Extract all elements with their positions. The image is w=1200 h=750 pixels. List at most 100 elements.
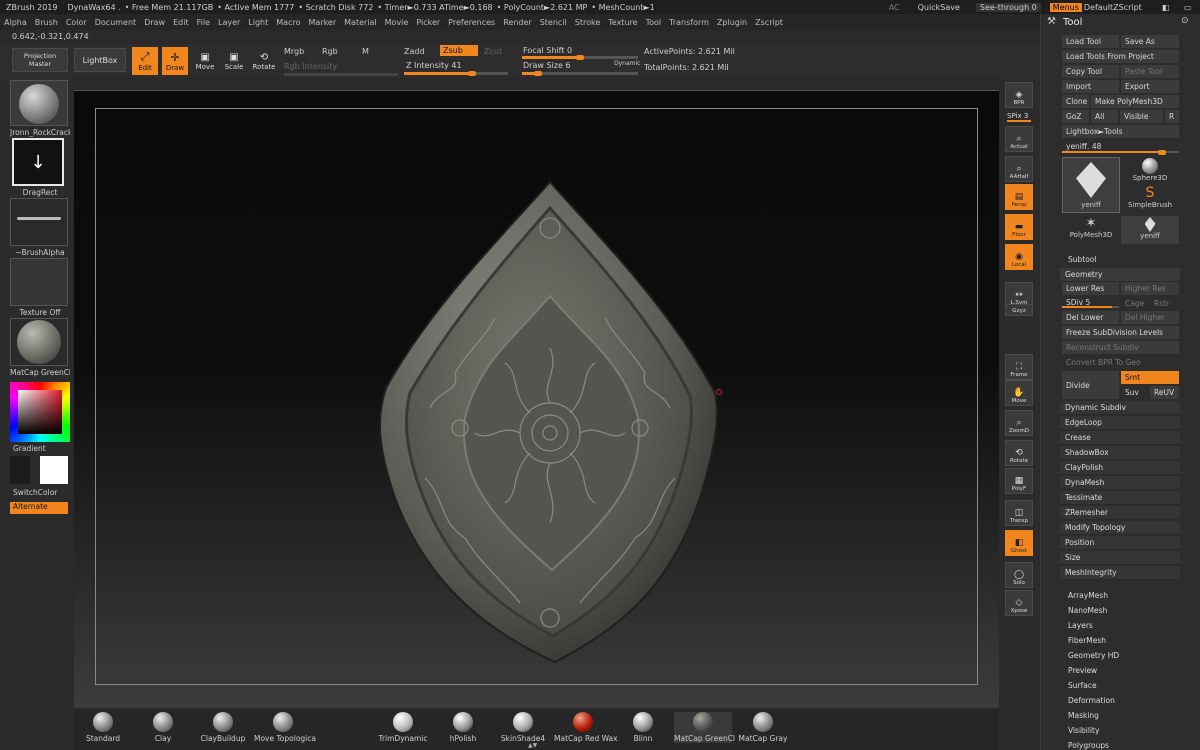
import-button[interactable]: Import <box>1062 80 1119 93</box>
tool-thumb-sphere3d[interactable]: Sphere3D <box>1121 157 1179 185</box>
floor-button[interactable]: ▬ Floor <box>1005 214 1033 240</box>
menu-preferences[interactable]: Preferences <box>444 18 499 27</box>
draw-size-track[interactable] <box>522 71 638 76</box>
menu-draw[interactable]: Draw <box>140 18 169 27</box>
convert-bpr-button[interactable]: Convert BPR To Geo <box>1062 356 1179 369</box>
current-tool-slider-track[interactable] <box>1062 150 1179 155</box>
del-higher-button[interactable]: Del Higher <box>1121 311 1179 324</box>
focal-shift-track[interactable] <box>522 55 638 60</box>
goz-button[interactable]: GoZ <box>1062 110 1089 123</box>
suv-toggle[interactable]: Suv <box>1121 386 1148 399</box>
material-thumbnail[interactable] <box>10 318 68 366</box>
cage-button[interactable]: Cage <box>1121 297 1148 310</box>
geometry-modify-topology[interactable]: Modify Topology <box>1060 521 1180 535</box>
menu-light[interactable]: Light <box>244 18 272 27</box>
copy-tool-button[interactable]: Copy Tool <box>1062 65 1119 78</box>
sdiv-track[interactable] <box>1062 306 1119 308</box>
section-fibermesh[interactable]: FiberMesh <box>1068 636 1106 645</box>
shelf-item-matcap-gray[interactable]: MatCap Gray <box>734 712 792 743</box>
draw-button[interactable]: ✛ Draw <box>162 47 188 75</box>
shelf-item-trimdynamic[interactable]: TrimDynamic <box>374 712 432 743</box>
load-tools-from-project-button[interactable]: Load Tools From Project <box>1062 50 1179 63</box>
secondary-color-swatch[interactable] <box>10 456 30 484</box>
move-button[interactable]: ✋ Move <box>1005 380 1033 406</box>
scale-button[interactable]: ▣ Scale <box>222 47 246 75</box>
menu-tool[interactable]: Tool <box>642 18 666 27</box>
section-polygroups[interactable]: Polygroups <box>1068 741 1109 750</box>
save-as-button[interactable]: Save As <box>1121 35 1179 48</box>
reuv-button[interactable]: ReUV <box>1150 386 1179 399</box>
shelf-item-skinshade4[interactable]: SkinShade4 <box>494 712 552 743</box>
del-lower-button[interactable]: Del Lower <box>1062 311 1119 324</box>
clone-button[interactable]: Clone <box>1062 95 1089 108</box>
geometry-zremesher[interactable]: ZRemesher <box>1060 506 1180 520</box>
local-button[interactable]: ◉ Local <box>1005 244 1033 270</box>
zoomd-button[interactable]: ⌕ ZoomD <box>1005 410 1033 436</box>
zsub-button[interactable]: Zsub <box>440 45 478 56</box>
primary-color-swatch[interactable] <box>40 456 68 484</box>
freeze-subdivision-button[interactable]: Freeze SubDivision Levels <box>1062 326 1179 339</box>
menu-color[interactable]: Color <box>62 18 91 27</box>
aahalf-button[interactable]: ⌕ AAHalf <box>1005 156 1033 182</box>
section-geometry-hd[interactable]: Geometry HD <box>1068 651 1119 660</box>
tool-thumb-simplebrush[interactable]: S SimpleBrush <box>1121 186 1179 214</box>
geometry-edgeloop[interactable]: EdgeLoop <box>1060 416 1180 430</box>
shelf-item-clay[interactable]: Clay <box>134 712 192 743</box>
divide-button[interactable]: Divide <box>1062 371 1119 399</box>
geometry-dynamesh[interactable]: DynaMesh <box>1060 476 1180 490</box>
geometry-shadowbox[interactable]: ShadowBox <box>1060 446 1180 460</box>
zcut-button[interactable]: Zcut <box>484 47 502 56</box>
zadd-button[interactable]: Zadd <box>404 47 425 56</box>
m-button[interactable]: M <box>362 47 369 56</box>
menu-stroke[interactable]: Stroke <box>571 18 605 27</box>
section-preview[interactable]: Preview <box>1068 666 1097 675</box>
spix-slider[interactable]: SPix 3 <box>1007 112 1031 122</box>
edit-button[interactable]: ⤢ Edit <box>132 47 158 75</box>
menu-texture[interactable]: Texture <box>604 18 641 27</box>
shelf-item-matcap-greencl[interactable]: MatCap GreenCl <box>674 712 735 743</box>
menu-stencil[interactable]: Stencil <box>536 18 571 27</box>
menu-layer[interactable]: Layer <box>214 18 244 27</box>
sculpted-model[interactable] <box>370 178 730 666</box>
menu-brush[interactable]: Brush <box>31 18 62 27</box>
reconstruct-subdiv-button[interactable]: Reconstruct Subdiv <box>1062 341 1179 354</box>
stroke-thumbnail[interactable]: ↓ <box>12 138 64 186</box>
polyf-button[interactable]: ▦ PolyF <box>1005 468 1033 494</box>
section-arraymesh[interactable]: ArrayMesh <box>1068 591 1108 600</box>
lightbox-tools-button[interactable]: Lightbox►Tools <box>1062 125 1179 138</box>
geometry-tessimate[interactable]: Tessimate <box>1060 491 1180 505</box>
section-masking[interactable]: Masking <box>1068 711 1099 720</box>
make-polymesh3d-button[interactable]: Make PolyMesh3D <box>1091 95 1179 108</box>
geometry-meshintegrity[interactable]: MeshIntegrity <box>1060 566 1180 580</box>
projection-master-button[interactable]: Projection Master <box>12 48 68 72</box>
menu-edit[interactable]: Edit <box>169 18 193 27</box>
menu-macro[interactable]: Macro <box>272 18 304 27</box>
solo-button[interactable]: ◯ Solo <box>1005 562 1033 588</box>
rgb-intensity-slider[interactable]: Rgb Intensity <box>284 62 337 71</box>
shelf-item-blinn[interactable]: Blinn <box>614 712 672 743</box>
section-layers[interactable]: Layers <box>1068 621 1093 630</box>
move-button[interactable]: ▣ Move <box>193 47 217 75</box>
lightbox-button[interactable]: LightBox <box>74 48 126 72</box>
alternate-button[interactable]: Alternate <box>10 502 68 514</box>
z-intensity-track[interactable] <box>404 71 508 76</box>
tool-thumb-polymesh3d[interactable]: ✶ PolyMesh3D <box>1062 216 1120 244</box>
menu-material[interactable]: Material <box>340 18 381 27</box>
geometry-claypolish[interactable]: ClayPolish <box>1060 461 1180 475</box>
menu-render[interactable]: Render <box>499 18 535 27</box>
geometry-dynamic-subdiv[interactable]: Dynamic Subdiv <box>1060 401 1180 415</box>
palette-options-icon[interactable]: ⊙ <box>1181 16 1189 26</box>
geometry-size[interactable]: Size <box>1060 551 1180 565</box>
actual-button[interactable]: ⌕ Actual <box>1005 126 1033 152</box>
mrgb-button[interactable]: Mrgb <box>284 47 304 56</box>
load-tool-button[interactable]: Load Tool <box>1062 35 1119 48</box>
r-button[interactable]: R <box>1165 110 1179 123</box>
geometry-crease[interactable]: Crease <box>1060 431 1180 445</box>
z-intensity-slider[interactable]: Z Intensity 41 <box>406 61 462 70</box>
default-zscript-button[interactable]: DefaultZScript <box>1082 3 1144 12</box>
rstr-button[interactable]: Rstr <box>1150 297 1179 310</box>
menu-zscript[interactable]: Zscript <box>751 18 787 27</box>
paste-tool-button[interactable]: Paste Tool <box>1121 65 1179 78</box>
bottom-shelf-arrows[interactable]: ▲▼ <box>528 742 537 749</box>
menu-document[interactable]: Document <box>91 18 140 27</box>
